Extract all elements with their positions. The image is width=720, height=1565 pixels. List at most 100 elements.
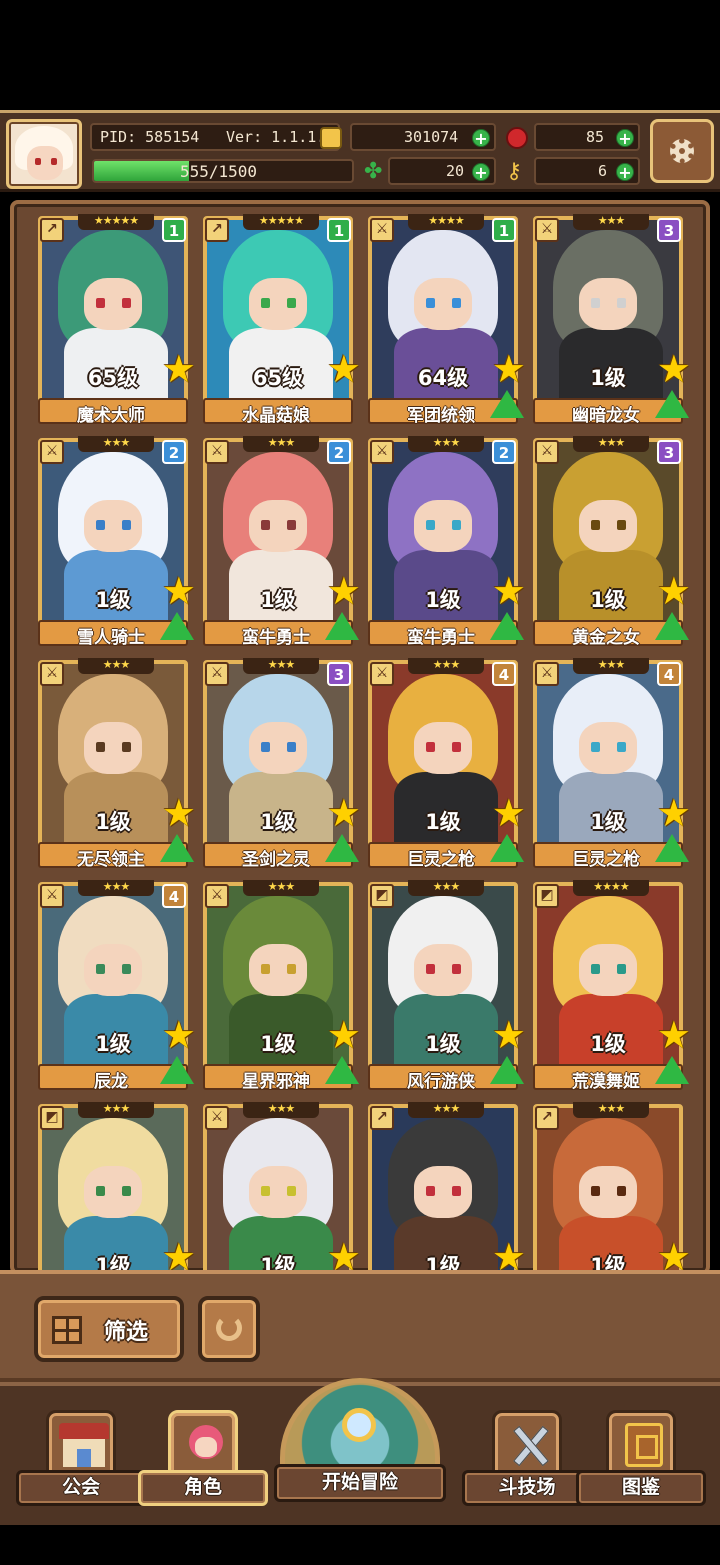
level-up-arrow-icon <box>160 834 194 862</box>
hero-art-eye <box>452 742 461 752</box>
hero-tier-badge: 1 <box>492 218 516 242</box>
nav-codex-label: 图鉴 <box>576 1470 706 1506</box>
hero-art-face <box>84 278 142 330</box>
nav-arena-label: 斗技场 <box>462 1470 592 1506</box>
refresh-icon <box>216 1315 242 1341</box>
hero-art-eye <box>96 1186 105 1196</box>
guild-roof <box>59 1423 109 1439</box>
hero-card[interactable]: 1级 ★★★ ⚔ 4 巨灵之枪 ★ <box>368 658 526 870</box>
add-key-button[interactable]: + <box>616 163 634 181</box>
hero-tier-badge: 3 <box>657 218 681 242</box>
player-avatar[interactable] <box>6 119 82 189</box>
hero-card[interactable]: 1级 ★★★ ⚔ 3 黄金之女 ★ <box>533 436 691 648</box>
hero-art-eye <box>261 964 270 974</box>
hero-art-eye <box>591 742 600 752</box>
star-upgrade-icon: ★ <box>656 1013 691 1057</box>
start-adventure-button[interactable]: 开始冒险 <box>274 1378 446 1528</box>
hero-art-eye <box>426 964 435 974</box>
clover-amount: 20 <box>446 162 465 180</box>
hero-card[interactable]: 1级 ★★★ ↗ ★ <box>368 1102 526 1271</box>
red-gem-icon <box>506 127 528 149</box>
star-upgrade-icon: ★ <box>326 791 361 835</box>
hero-card[interactable]: 1级 ★★★ ◩ ★ <box>38 1102 196 1271</box>
hero-card[interactable]: 1级 ★★★ ⚔ 2 蛮牛勇士 ★ <box>368 436 526 648</box>
player-id: PID: 585154 <box>100 128 200 146</box>
hero-card[interactable]: 1级 ★★★ ⚔ 3 圣剑之灵 ★ <box>203 658 361 870</box>
add-clover-button[interactable]: + <box>472 163 490 181</box>
hero-card[interactable]: 1级 ★★★ ⚔ ★ <box>203 1102 361 1271</box>
hero-art-face <box>579 722 637 774</box>
hero-card[interactable]: 1级 ★★★ ⚔ 3 幽暗龙女 ★ <box>533 214 691 426</box>
hero-card[interactable]: 1级 ★★★ ⚔ 2 蛮牛勇士 ★ <box>203 436 361 648</box>
hero-art-eye <box>591 1186 600 1196</box>
hero-art-eye <box>617 964 626 974</box>
hero-art-eye <box>122 298 131 308</box>
hero-card[interactable]: 1级 ★★★ ⚔ 4 巨灵之枪 ★ <box>533 658 691 870</box>
hero-art-eye <box>426 298 435 308</box>
hero-card[interactable]: 1级 ★★★★ ◩ 荒漠舞姬 ★ <box>533 880 691 1092</box>
add-gem-button[interactable]: + <box>616 129 634 147</box>
hero-card[interactable]: 1级 ★★★ ◩ 风行游侠 ★ <box>368 880 526 1092</box>
top-status-bar: PID: 585154 Ver: 1.1.1.2 301074 + 85 + 5… <box>0 110 720 192</box>
level-up-arrow-icon <box>490 1056 524 1084</box>
hero-name-bar: 魔术大师 <box>38 398 188 426</box>
sort-toggle-button[interactable] <box>198 1296 260 1362</box>
hero-card[interactable]: 65级 ★★★★★ ↗ 1 水晶菇娘 ★ <box>203 214 361 426</box>
add-gold-button[interactable]: + <box>472 129 490 147</box>
hero-class-icon: ⚔ <box>370 662 394 686</box>
hero-class-icon: ⚔ <box>205 884 229 908</box>
hero-star-rating: ★★★ <box>243 1102 319 1118</box>
nav-guild-label: 公会 <box>16 1470 146 1506</box>
hero-star-rating: ★★★ <box>243 880 319 896</box>
hero-card[interactable]: 1级 ★★★ ⚔ 2 雪人骑士 ★ <box>38 436 196 648</box>
hero-star-rating: ★★★★★ <box>243 214 319 230</box>
hero-art-eye <box>96 520 105 530</box>
key-amount: 6 <box>598 162 608 180</box>
filter-button[interactable]: 筛选 <box>34 1296 184 1362</box>
hero-art-face <box>249 278 307 330</box>
settings-button[interactable] <box>650 119 714 183</box>
hero-art-face <box>414 278 472 330</box>
filter-bar: 筛选 <box>0 1270 720 1382</box>
hero-art-eye <box>261 520 270 530</box>
hero-class-icon: ↗ <box>40 218 64 242</box>
star-upgrade-icon: ★ <box>491 569 526 613</box>
hero-star-rating: ★★★ <box>573 436 649 452</box>
hero-class-icon: ↗ <box>370 1106 394 1130</box>
hero-card[interactable]: 1级 ★★★ ⚔ 4 辰龙 ★ <box>38 880 196 1092</box>
avatar-eye <box>35 158 41 165</box>
star-upgrade-icon: ★ <box>326 347 361 391</box>
hero-art-face <box>414 944 472 996</box>
star-upgrade-icon: ★ <box>656 791 691 835</box>
hero-name: 魔术大师 <box>77 406 145 426</box>
level-up-arrow-icon <box>490 612 524 640</box>
star-upgrade-icon: ★ <box>491 1013 526 1057</box>
nav-role[interactable]: 角色 <box>138 1410 268 1522</box>
hero-art-eye <box>261 1186 270 1196</box>
hero-card[interactable]: 1级 ★★★ ⚔ 星界邪神 ★ <box>203 880 361 1092</box>
clover-icon: ✤ <box>364 159 383 184</box>
level-up-arrow-icon <box>160 612 194 640</box>
game-version: Ver: 1.1.1.2 <box>226 128 335 146</box>
hero-art-face <box>414 1166 472 1218</box>
hero-star-rating: ★★★ <box>573 658 649 674</box>
hero-card[interactable]: 64级 ★★★★ ⚔ 1 军团统领 ★ <box>368 214 526 426</box>
hero-art-eye <box>426 742 435 752</box>
hero-art-face <box>84 722 142 774</box>
gem-amount: 85 <box>586 128 605 146</box>
nav-codex[interactable]: 图鉴 <box>576 1410 706 1522</box>
avatar-eye <box>51 158 57 165</box>
gear-icon <box>670 139 694 163</box>
nav-guild[interactable]: 公会 <box>16 1410 146 1522</box>
hero-card[interactable]: 1级 ★★★ ↗ ★ <box>533 1102 691 1271</box>
hero-class-icon: ⚔ <box>535 218 559 242</box>
hero-card[interactable]: 1级 ★★★ ⚔ 无尽领主 ★ <box>38 658 196 870</box>
hero-class-icon: ⚔ <box>370 440 394 464</box>
nav-arena[interactable]: 斗技场 <box>462 1410 592 1522</box>
hero-list-panel[interactable]: 65级 ★★★★★ ↗ 1 魔术大师 ★ 65级 ★★★★★ ↗ 1 水晶菇娘 ★ 64级 ★★★★ ⚔ 1 军… <box>10 200 710 1275</box>
star-upgrade-icon: ★ <box>656 347 691 391</box>
hero-class-icon: ↗ <box>535 1106 559 1130</box>
level-up-arrow-icon <box>490 390 524 418</box>
key-icon: ⚷ <box>506 159 523 184</box>
hero-card[interactable]: 65级 ★★★★★ ↗ 1 魔术大师 ★ <box>38 214 196 426</box>
